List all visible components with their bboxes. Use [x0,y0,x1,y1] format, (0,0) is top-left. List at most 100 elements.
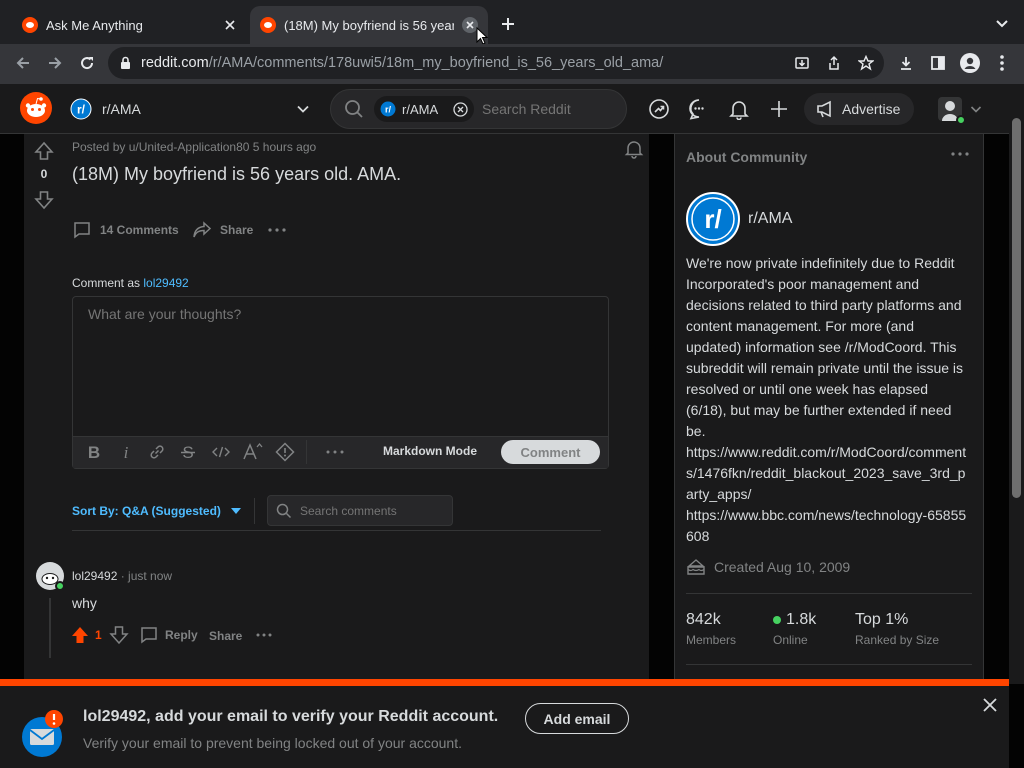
side-panel-icon[interactable] [923,48,953,78]
popular-icon[interactable] [644,94,674,124]
back-arrow-icon[interactable] [8,48,38,78]
comment-score: 1 [95,628,102,642]
svg-text:r/: r/ [704,204,721,234]
advertise-button[interactable]: Advertise [804,93,914,125]
add-email-button[interactable]: Add email [525,703,629,734]
follow-post-bell-icon[interactable] [624,139,644,159]
upvote-arrow-icon[interactable] [34,141,54,161]
strikethrough-icon[interactable]: S [178,442,198,462]
browser-menu-icon[interactable] [987,48,1017,78]
tab-search-chevron-icon[interactable] [988,10,1016,38]
browser-tab-bar: Ask Me Anything (18M) My boyfriend is 56… [0,0,1024,45]
community-large-icon: r/ [686,192,740,246]
community-icon: r/ [380,101,396,117]
comment-as-username[interactable]: lol29492 [143,276,188,290]
comment-share-button[interactable]: Share [209,629,242,643]
notifications-bell-icon[interactable] [724,94,754,124]
chat-icon[interactable] [684,94,714,124]
search-community-chip[interactable]: r/ r/AMA [374,96,474,122]
post-meta: Posted by u/United-Application80 5 hours… [72,140,316,154]
sidebar-divider [686,593,972,594]
reddit-logo-icon[interactable] [20,92,52,124]
new-tab-button[interactable] [494,10,522,38]
downloads-icon[interactable] [891,48,921,78]
community-switcher[interactable]: r/ r/AMA [70,97,310,121]
more-formatting-icon[interactable] [326,450,344,454]
comment-as-prefix: Comment as [72,276,144,290]
markdown-mode-button[interactable]: Markdown Mode [383,444,477,458]
svg-text:r/: r/ [77,103,86,117]
chevron-down-icon [296,102,310,116]
comment-avatar[interactable] [35,561,65,591]
comment-author[interactable]: lol29492 [72,569,117,583]
downvote-arrow-icon[interactable] [34,190,54,210]
sidebar-more-icon[interactable] [951,152,969,156]
sort-dropdown[interactable]: Sort By: Q&A (Suggested) [72,502,241,520]
comments-count-button[interactable]: 14 Comments [72,220,179,240]
reload-icon[interactable] [72,48,102,78]
online-stat: 1.8k Online [773,611,816,647]
reddit-favicon-icon [22,17,38,33]
inline-code-icon[interactable] [210,442,232,462]
mouse-cursor-icon [476,27,488,45]
comment-time: just now [128,569,173,583]
search-input[interactable] [482,99,617,119]
install-app-icon[interactable] [787,48,817,78]
search-icon [344,99,364,119]
comment-icon [72,220,92,240]
comment-meta: lol29492 · just now [72,569,173,583]
comment-downvote-icon[interactable] [109,625,129,645]
created-date-row: Created Aug 10, 2009 [686,557,850,577]
post-time: 5 hours ago [249,140,317,154]
sidebar-divider [686,664,972,665]
forward-arrow-icon[interactable] [40,48,70,78]
reply-button[interactable]: Reply [139,625,198,645]
browser-tab-active[interactable]: (18M) My boyfriend is 56 years old. AMA [250,6,488,44]
comments-divider [72,530,601,531]
close-banner-icon[interactable] [982,697,998,713]
remove-chip-icon[interactable] [453,101,468,117]
sort-divider [254,498,255,524]
reply-label: Reply [165,628,198,642]
comment-thread-line[interactable] [49,598,51,658]
italic-icon[interactable]: i [116,442,136,462]
link-icon[interactable] [147,442,167,462]
browser-tab-ask-me-anything[interactable]: Ask Me Anything [12,6,248,44]
search-comments-box[interactable] [267,495,453,526]
share-post-button[interactable]: Share [192,220,253,240]
create-post-plus-icon[interactable] [764,94,794,124]
comment-textarea[interactable] [88,306,593,426]
more-options-icon[interactable] [268,228,286,232]
comment-upvote-icon[interactable] [70,625,90,645]
close-tab-icon[interactable] [222,17,238,33]
rank-value: Top 1% [855,611,909,628]
description-link[interactable]: https://www.bbc.com/news/technology-6585… [686,505,970,547]
submit-comment-button[interactable]: Comment [501,440,600,464]
profile-avatar-icon[interactable] [955,48,985,78]
comment-more-icon[interactable] [256,633,272,637]
sidebar-community-name[interactable]: r/AMA [748,210,792,228]
online-indicator-dot [773,616,781,624]
post-title[interactable]: (18M) My boyfriend is 56 years old. AMA. [72,164,401,185]
rank-label: Ranked by Size [855,633,940,647]
user-menu[interactable] [936,95,986,125]
bookmark-star-icon[interactable] [851,48,881,78]
description-link[interactable]: https://www.reddit.com/r/ModCoord/commen… [686,442,970,505]
spoiler-icon[interactable] [275,442,295,462]
share-icon[interactable] [819,48,849,78]
superscript-icon[interactable] [242,442,264,462]
search-comments-input[interactable] [300,503,440,518]
svg-text:B: B [88,443,100,462]
community-name: r/AMA [102,101,141,117]
members-stat: 842k Members [686,611,736,647]
lock-icon [120,56,131,70]
bold-icon[interactable]: B [84,442,104,462]
post-author-link[interactable]: u/United-Application80 [129,140,250,154]
page-scrollbar-thumb[interactable] [1012,118,1021,498]
address-bar[interactable]: reddit.com/r/AMA/comments/178uwi5/18m_my… [108,47,884,79]
comment-icon [139,625,159,645]
url-path: /r/AMA/comments/178uwi5/18m_my_boyfriend… [208,55,664,71]
toolbar-divider [306,440,307,464]
cake-icon [686,557,706,577]
community-description: We're now private indefinitely due to Re… [686,255,964,439]
